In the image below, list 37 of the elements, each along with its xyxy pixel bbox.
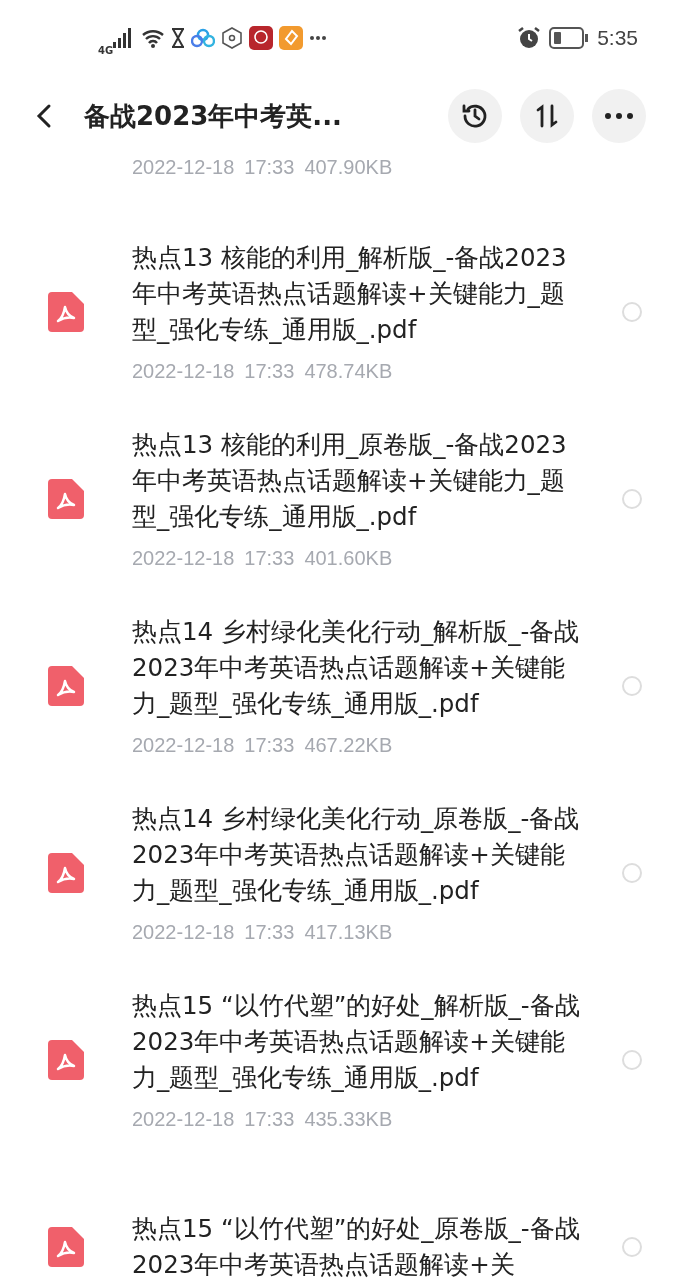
file-meta: 2022-12-18 17:33 467.22KB xyxy=(132,734,394,757)
select-radio[interactable] xyxy=(622,1236,642,1257)
file-meta: 2022-12-18 17:33 478.74KB xyxy=(132,360,394,383)
file-meta: 2022-12-18 17:33 401.60KB xyxy=(132,547,394,570)
hourglass-icon xyxy=(171,28,186,48)
pdf-icon xyxy=(48,1039,84,1080)
wifi-icon xyxy=(141,28,166,48)
file-name: 热点14 乡村绿化美化行动_原卷版_-备战2023年中考英语热点话题解读+关键能力_题型_强化专练_通用版_.pdf xyxy=(132,803,580,907)
app-icon xyxy=(249,26,274,50)
more-icon xyxy=(604,112,634,120)
cloud-icon xyxy=(191,28,216,48)
select-radio[interactable] xyxy=(622,301,642,322)
status-time: 5:35 xyxy=(597,26,638,50)
pdf-icon xyxy=(48,478,84,519)
file-meta: 2022-12-18 17:33 407.90KB xyxy=(132,156,394,179)
file-meta: 2022-12-18 17:33 417.13KB xyxy=(132,921,394,944)
file-name: 热点15 “以竹代塑”的好处_解析版_-备战2023年中考英语热点话题解读+关键能力_题型_强化专练_通用版_.pdf xyxy=(132,990,580,1094)
pdf-icon xyxy=(48,1226,84,1267)
file-name: 热点13 核能的利用_原卷版_-备战2023年中考英语热点话题解读+关键能力_题型_强化专练_通用版_.pdf xyxy=(132,429,568,533)
alarm-icon xyxy=(517,26,542,50)
file-name: 热点13 核能的利用_解析版_-备战2023年中考英语热点话题解读+关键能力_题型_强化专练_通用版_.pdf xyxy=(132,242,568,346)
file-name: 热点14 乡村绿化美化行动_解析版_-备战2023年中考英语热点话题解读+关键能力_题型_强化专练_通用版_.pdf xyxy=(132,616,580,720)
file-name: 热点15 “以竹代塑”的好处_原卷版_-备战2023年中考英语热点话题解读+关 xyxy=(132,1212,580,1280)
select-radio[interactable] xyxy=(622,488,642,509)
network-type: 4G xyxy=(98,44,114,56)
folder-title: 备战2023年中考英... xyxy=(84,99,343,133)
pdf-icon xyxy=(48,852,84,893)
battery-icon xyxy=(549,27,590,49)
more-icon xyxy=(309,35,328,41)
file-meta: 2022-12-18 17:33 435.33KB xyxy=(132,1108,394,1131)
select-radio[interactable] xyxy=(622,675,642,696)
pdf-icon xyxy=(48,665,84,706)
hexagon-icon xyxy=(221,27,244,49)
app-icon xyxy=(279,26,304,50)
select-radio[interactable] xyxy=(622,862,642,883)
pdf-icon xyxy=(48,291,84,332)
select-radio[interactable] xyxy=(622,1049,642,1070)
